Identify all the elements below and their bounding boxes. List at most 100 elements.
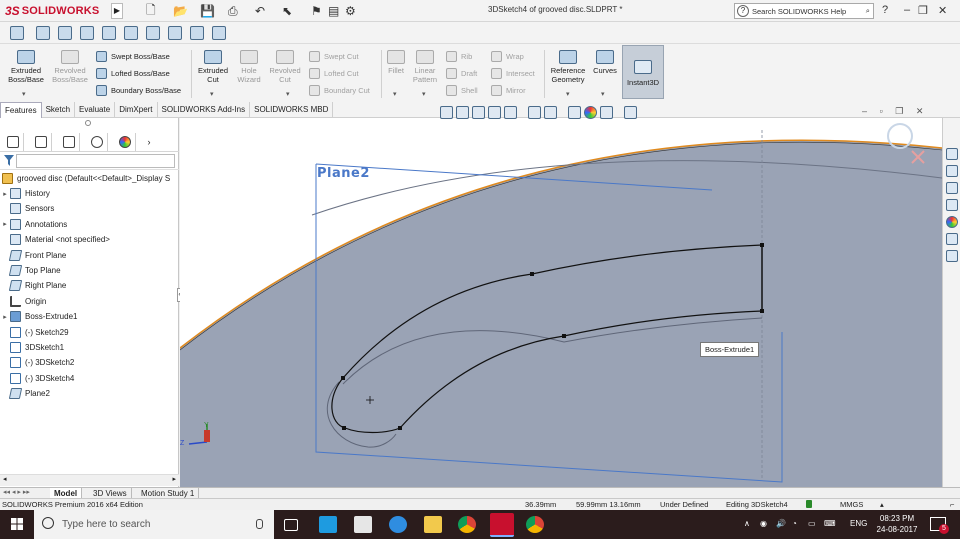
chevron-down-icon[interactable]: ▾ — [422, 90, 426, 98]
units-dropdown-icon[interactable]: ▴ — [880, 500, 884, 509]
revolved-cut-button[interactable]: Revolved Cut — [267, 48, 303, 84]
customize-status-icon[interactable]: ⌐ — [950, 500, 954, 509]
file-explorer-icon[interactable] — [946, 182, 958, 194]
tab-dimxpert-manager[interactable] — [86, 133, 108, 151]
tree-item[interactable]: Plane2 — [0, 386, 50, 401]
boundary-boss-button[interactable]: Boundary Boss/Base — [96, 83, 181, 97]
chrome-icon[interactable] — [458, 516, 476, 533]
tree-item[interactable]: (-) Sketch29 — [0, 325, 69, 340]
expand-arrow-icon[interactable]: ▸ — [0, 190, 10, 198]
chevron-down-icon[interactable]: ▾ — [566, 90, 570, 98]
new-document-icon[interactable]: 🗋 — [146, 3, 156, 19]
collapse-handle-icon[interactable] — [85, 120, 91, 126]
swept-boss-button[interactable]: Swept Boss/Base — [96, 49, 170, 63]
keyboard-icon[interactable]: ⌨ — [824, 519, 836, 528]
fillet-icon[interactable] — [168, 26, 182, 40]
status-units[interactable]: MMGS — [840, 500, 863, 509]
pin-icon[interactable] — [10, 26, 24, 40]
view-orientation-icon[interactable] — [528, 106, 541, 119]
wrap-button[interactable]: Wrap — [491, 49, 524, 63]
lofted-cut-button[interactable]: Lofted Cut — [309, 66, 359, 80]
tab-scroll-arrows-icon[interactable]: ◂◂ ◂ ▸ ▸▸ — [3, 488, 30, 496]
help-search-input[interactable]: ? Search SOLIDWORKS Help ⌕ — [734, 3, 874, 19]
apply-scene-icon[interactable] — [600, 106, 613, 119]
tab-dimxpert[interactable]: DimXpert — [115, 102, 158, 118]
edit-appearance-icon[interactable] — [584, 106, 597, 119]
boundary-cut-button[interactable]: Boundary Cut — [309, 83, 370, 97]
chrome-icon[interactable] — [526, 516, 544, 533]
tree-item[interactable]: ▸ History — [0, 186, 50, 201]
reference-geometry-button[interactable]: Reference Geometry — [547, 48, 589, 84]
menu-expand-arrow-icon[interactable]: ▶ — [111, 3, 123, 19]
file-explorer-taskbar-icon[interactable] — [424, 516, 442, 533]
sketch-point[interactable] — [530, 272, 534, 276]
chevron-down-icon[interactable]: ▾ — [286, 90, 290, 98]
tree-item[interactable]: Top Plane — [0, 263, 61, 278]
draft-button[interactable]: Draft — [446, 66, 477, 80]
tree-item[interactable]: (-) 3DSketch4 — [0, 371, 74, 386]
sketch-point[interactable] — [342, 426, 346, 430]
select-cursor-icon[interactable]: ⬉ — [282, 3, 292, 19]
tab-mbd[interactable]: SOLIDWORKS MBD — [250, 102, 334, 118]
rebuild-icon[interactable]: ⚑ — [311, 3, 322, 19]
minimize-icon[interactable]: – — [904, 4, 910, 16]
disc-face[interactable] — [180, 140, 942, 487]
cut-icon[interactable] — [124, 26, 138, 40]
tree-item[interactable]: Right Plane — [0, 278, 66, 293]
tab-property-manager[interactable] — [30, 133, 52, 151]
scroll-right-icon[interactable]: ▸ — [172, 475, 176, 483]
zoom-to-fit-icon[interactable] — [440, 106, 453, 119]
start-button[interactable] — [0, 510, 34, 539]
extruded-cut-button[interactable]: Extruded Cut — [194, 48, 232, 84]
hide-show-items-icon[interactable] — [568, 106, 581, 119]
tab-configuration-manager[interactable] — [58, 133, 80, 151]
model-viewport[interactable] — [180, 118, 942, 487]
intersect-button[interactable]: Intersect — [491, 66, 535, 80]
fillet-button[interactable]: Fillet — [384, 48, 408, 75]
tab-evaluate[interactable]: Evaluate — [75, 102, 116, 118]
tree-filter-input[interactable] — [16, 154, 175, 168]
hole-wizard-button[interactable]: Hole Wizard — [233, 48, 265, 84]
chevron-down-icon[interactable]: ▾ — [22, 90, 26, 98]
solidworks-logo[interactable]: 3S SOLIDWORKS — [5, 3, 99, 19]
view-settings-icon[interactable] — [624, 106, 637, 119]
appearances-icon[interactable] — [946, 216, 958, 228]
extrude-icon[interactable] — [36, 26, 50, 40]
taskbar-clock[interactable]: 08:23 PM 24-08-2017 — [875, 513, 919, 535]
taskbar-search-box[interactable]: Type here to search — [34, 510, 274, 539]
tree-item[interactable]: Sensors — [0, 201, 54, 216]
sketch-point[interactable] — [398, 426, 402, 430]
sketch-point[interactable] — [760, 309, 764, 313]
graphics-area[interactable]: Y Z — [180, 118, 942, 487]
edge-browser-icon[interactable] — [389, 516, 407, 533]
language-indicator[interactable]: ENG — [850, 519, 867, 528]
chevron-down-icon[interactable]: ▾ — [601, 90, 605, 98]
custom-properties-icon[interactable] — [946, 233, 958, 245]
revolved-boss-button[interactable]: Revolved Boss/Base — [48, 48, 92, 84]
file-properties-icon[interactable]: ▤ — [328, 3, 339, 19]
tree-item[interactable]: 3DSketch1 — [0, 340, 64, 355]
tab-addins[interactable]: SOLIDWORKS Add-Ins — [158, 102, 251, 118]
linear-pattern-button[interactable]: Linear Pattern — [410, 48, 440, 84]
viewport-minimize-icon[interactable]: – — [862, 106, 867, 116]
more-tabs-icon[interactable]: › — [142, 133, 156, 151]
solidworks-taskbar-icon[interactable] — [490, 513, 514, 537]
horizontal-scrollbar[interactable]: ◂ ▸ — [0, 474, 179, 486]
tree-item[interactable]: ▸ Boss-Extrude1 — [0, 309, 77, 324]
chevron-down-icon[interactable]: ▾ — [393, 90, 397, 98]
sweep-icon[interactable] — [80, 26, 94, 40]
previous-view-icon[interactable] — [472, 106, 485, 119]
open-document-icon[interactable]: 📂 — [173, 3, 188, 19]
extruded-boss-button[interactable]: Extruded Boss/Base — [4, 48, 48, 84]
tray-app-icon[interactable]: ◉ — [760, 519, 767, 528]
forum-icon[interactable] — [946, 250, 958, 262]
skype-icon[interactable] — [319, 516, 337, 533]
viewport-tile-icon[interactable]: ❐ — [895, 106, 903, 116]
section-view-icon[interactable] — [488, 106, 501, 119]
sketch-point[interactable] — [341, 376, 345, 380]
tree-item[interactable]: ▸ Annotations — [0, 217, 67, 232]
dynamic-annotation-icon[interactable] — [504, 106, 517, 119]
pattern-icon[interactable] — [190, 26, 204, 40]
tab-feature-tree[interactable] — [2, 133, 24, 151]
filter-icon[interactable] — [4, 155, 14, 166]
